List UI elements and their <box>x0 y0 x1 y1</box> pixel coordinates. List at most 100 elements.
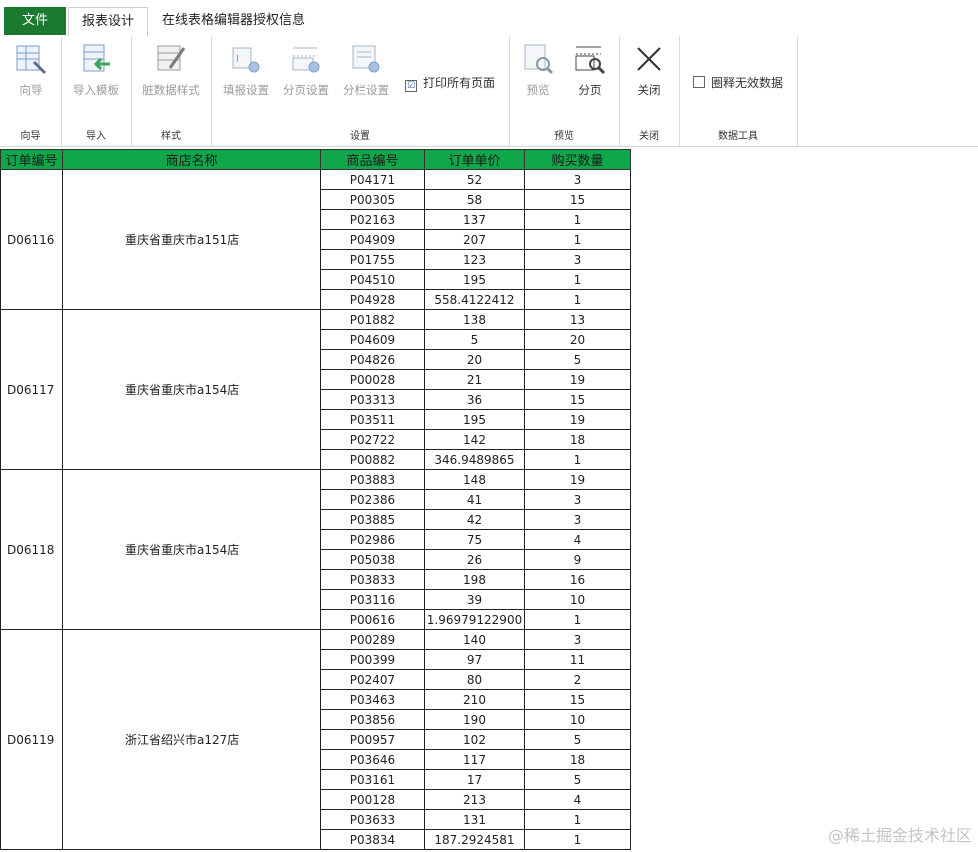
unit-price-cell[interactable]: 140 <box>424 629 525 650</box>
order-id-cell[interactable]: D06119 <box>0 629 63 850</box>
quantity-cell[interactable]: 11 <box>524 649 631 670</box>
unit-price-cell[interactable]: 210 <box>424 689 525 710</box>
quantity-cell[interactable]: 4 <box>524 789 631 810</box>
unit-price-cell[interactable]: 207 <box>424 229 525 250</box>
column-header-order-id[interactable]: 订单编号 <box>0 149 63 170</box>
unit-price-cell[interactable]: 187.2924581 <box>424 829 525 850</box>
quantity-cell[interactable]: 4 <box>524 529 631 550</box>
product-id-cell[interactable]: P02986 <box>320 529 425 550</box>
quantity-cell[interactable]: 1 <box>524 449 631 470</box>
quantity-cell[interactable]: 15 <box>524 389 631 410</box>
product-id-cell[interactable]: P03116 <box>320 589 425 610</box>
fill-settings-button[interactable]: I 填报设置 <box>217 42 275 98</box>
print-all-pages-checkbox[interactable]: ☑ 打印所有页面 <box>405 74 495 92</box>
product-id-cell[interactable]: P00289 <box>320 629 425 650</box>
product-id-cell[interactable]: P03633 <box>320 809 425 830</box>
unit-price-cell[interactable]: 198 <box>424 569 525 590</box>
quantity-cell[interactable]: 9 <box>524 549 631 570</box>
quantity-cell[interactable]: 3 <box>524 489 631 510</box>
product-id-cell[interactable]: P00957 <box>320 729 425 750</box>
quantity-cell[interactable]: 5 <box>524 729 631 750</box>
tab-file[interactable]: 文件 <box>4 7 66 35</box>
quantity-cell[interactable]: 15 <box>524 189 631 210</box>
product-id-cell[interactable]: P04609 <box>320 329 425 350</box>
quantity-cell[interactable]: 1 <box>524 209 631 230</box>
product-id-cell[interactable]: P05038 <box>320 549 425 570</box>
unit-price-cell[interactable]: 558.4122412 <box>424 289 525 310</box>
product-id-cell[interactable]: P02163 <box>320 209 425 230</box>
product-id-cell[interactable]: P03883 <box>320 469 425 490</box>
quantity-cell[interactable]: 10 <box>524 589 631 610</box>
unit-price-cell[interactable]: 75 <box>424 529 525 550</box>
circle-invalid-data-checkbox[interactable]: 圈释无效数据 <box>693 74 783 91</box>
quantity-cell[interactable]: 1 <box>524 809 631 830</box>
paging-button[interactable]: 分页 <box>567 42 613 98</box>
preview-button[interactable]: 预览 <box>515 42 561 98</box>
unit-price-cell[interactable]: 36 <box>424 389 525 410</box>
unit-price-cell[interactable]: 80 <box>424 669 525 690</box>
order-id-cell[interactable]: D06118 <box>0 469 63 630</box>
product-id-cell[interactable]: P01755 <box>320 249 425 270</box>
product-id-cell[interactable]: P03885 <box>320 509 425 530</box>
product-id-cell[interactable]: P03856 <box>320 709 425 730</box>
product-id-cell[interactable]: P03511 <box>320 409 425 430</box>
unit-price-cell[interactable]: 195 <box>424 409 525 430</box>
unit-price-cell[interactable]: 17 <box>424 769 525 790</box>
unit-price-cell[interactable]: 41 <box>424 489 525 510</box>
unit-price-cell[interactable]: 131 <box>424 809 525 830</box>
quantity-cell[interactable]: 10 <box>524 709 631 730</box>
product-id-cell[interactable]: P04826 <box>320 349 425 370</box>
product-id-cell[interactable]: P00028 <box>320 369 425 390</box>
unit-price-cell[interactable]: 58 <box>424 189 525 210</box>
quantity-cell[interactable]: 1 <box>524 229 631 250</box>
product-id-cell[interactable]: P03834 <box>320 829 425 850</box>
unit-price-cell[interactable]: 39 <box>424 589 525 610</box>
order-id-cell[interactable]: D06116 <box>0 169 63 310</box>
quantity-cell[interactable]: 5 <box>524 349 631 370</box>
store-name-cell[interactable]: 浙江省绍兴市a127店 <box>62 629 321 850</box>
unit-price-cell[interactable]: 190 <box>424 709 525 730</box>
quantity-cell[interactable]: 1 <box>524 269 631 290</box>
unit-price-cell[interactable]: 102 <box>424 729 525 750</box>
product-id-cell[interactable]: P04171 <box>320 169 425 190</box>
quantity-cell[interactable]: 20 <box>524 329 631 350</box>
store-name-cell[interactable]: 重庆省重庆市a154店 <box>62 469 321 630</box>
product-id-cell[interactable]: P03833 <box>320 569 425 590</box>
column-header-product-id[interactable]: 商品编号 <box>320 149 425 170</box>
quantity-cell[interactable]: 5 <box>524 769 631 790</box>
product-id-cell[interactable]: P00616 <box>320 609 425 630</box>
product-id-cell[interactable]: P00882 <box>320 449 425 470</box>
product-id-cell[interactable]: P00305 <box>320 189 425 210</box>
quantity-cell[interactable]: 1 <box>524 289 631 310</box>
unit-price-cell[interactable]: 52 <box>424 169 525 190</box>
store-name-cell[interactable]: 重庆省重庆市a154店 <box>62 309 321 470</box>
quantity-cell[interactable]: 1 <box>524 609 631 630</box>
unit-price-cell[interactable]: 195 <box>424 269 525 290</box>
unit-price-cell[interactable]: 142 <box>424 429 525 450</box>
quantity-cell[interactable]: 3 <box>524 629 631 650</box>
product-id-cell[interactable]: P02386 <box>320 489 425 510</box>
product-id-cell[interactable]: P02722 <box>320 429 425 450</box>
product-id-cell[interactable]: P03313 <box>320 389 425 410</box>
quantity-cell[interactable]: 1 <box>524 829 631 850</box>
unit-price-cell[interactable]: 213 <box>424 789 525 810</box>
store-name-cell[interactable]: 重庆省重庆市a151店 <box>62 169 321 310</box>
unit-price-cell[interactable]: 5 <box>424 329 525 350</box>
unit-price-cell[interactable]: 123 <box>424 249 525 270</box>
guide-button[interactable]: 向导 <box>6 42 56 98</box>
quantity-cell[interactable]: 15 <box>524 689 631 710</box>
quantity-cell[interactable]: 19 <box>524 469 631 490</box>
quantity-cell[interactable]: 18 <box>524 429 631 450</box>
unit-price-cell[interactable]: 21 <box>424 369 525 390</box>
import-template-button[interactable]: 导入模板 <box>65 42 127 98</box>
unit-price-cell[interactable]: 42 <box>424 509 525 530</box>
quantity-cell[interactable]: 3 <box>524 509 631 530</box>
unit-price-cell[interactable]: 20 <box>424 349 525 370</box>
product-id-cell[interactable]: P03646 <box>320 749 425 770</box>
product-id-cell[interactable]: P04510 <box>320 269 425 290</box>
quantity-cell[interactable]: 18 <box>524 749 631 770</box>
column-settings-button[interactable]: 分栏设置 <box>337 42 395 98</box>
unit-price-cell[interactable]: 148 <box>424 469 525 490</box>
product-id-cell[interactable]: P03161 <box>320 769 425 790</box>
unit-price-cell[interactable]: 26 <box>424 549 525 570</box>
